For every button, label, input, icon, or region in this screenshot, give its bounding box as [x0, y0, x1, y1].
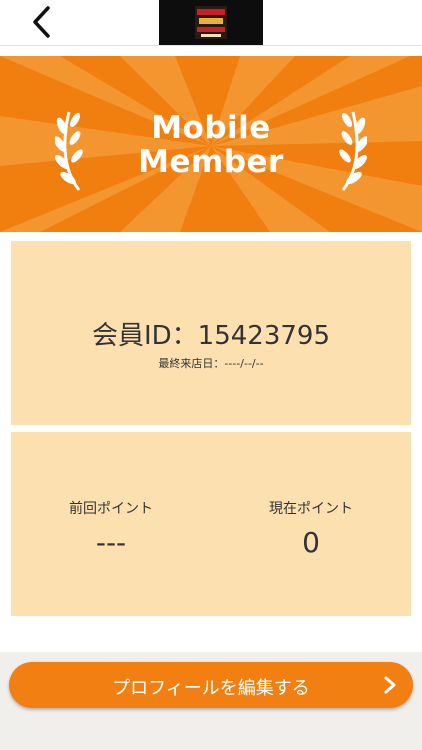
edit-profile-label: プロフィールを編集する [112, 678, 310, 699]
top-bar [0, 0, 422, 46]
last-visit-date: 最終来店日：----/--/-- [158, 357, 264, 370]
footer-bar: プロフィールを編集する [0, 652, 422, 750]
member-id: 会員ID：15423795 [91, 321, 331, 351]
previous-points-value: --- [95, 526, 127, 559]
points-card: 前回ポイント --- 現在ポイント 0 [11, 432, 411, 616]
previous-points-label: 前回ポイント [69, 501, 153, 517]
current-points-label: 現在ポイント [269, 501, 353, 517]
member-banner: Mobile Member [0, 56, 422, 232]
restaurant-logo-icon [159, 0, 263, 45]
edit-profile-button[interactable]: プロフィールを編集する [9, 662, 413, 708]
main-content: Mobile Member 会員ID：15423795 最終来店日：----/-… [0, 46, 422, 652]
banner-title-line1: Mobile [151, 110, 271, 146]
back-button[interactable] [28, 4, 60, 40]
current-points-value: 0 [302, 526, 320, 559]
member-id-card: 会員ID：15423795 最終来店日：----/--/-- [11, 241, 411, 425]
chevron-right-icon [384, 676, 396, 694]
banner-title-line2: Member [138, 144, 284, 180]
chevron-left-icon [33, 6, 50, 38]
